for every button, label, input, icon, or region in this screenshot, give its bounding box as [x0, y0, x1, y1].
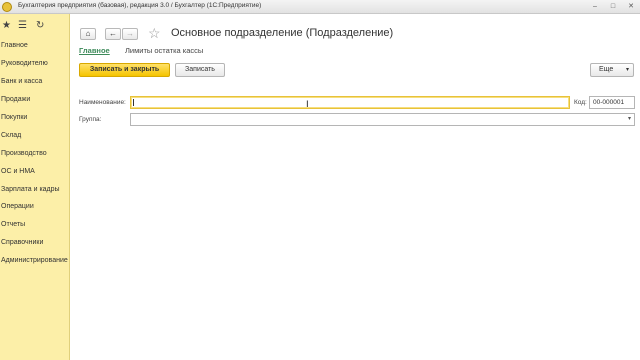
- sidebar-item-administration[interactable]: Администрирование: [0, 253, 70, 269]
- code-label: Код:: [574, 99, 587, 106]
- window-title: Бухгалтерия предприятия (базовая), редак…: [18, 2, 262, 9]
- favorite-star-icon[interactable]: ☆: [148, 25, 161, 41]
- mouse-ibeam-cursor-icon: I: [306, 100, 309, 110]
- forward-button[interactable]: →: [122, 28, 138, 40]
- more-menu-label: Еще: [599, 66, 614, 73]
- save-button[interactable]: Записать: [175, 63, 225, 77]
- sidebar-item-reports[interactable]: Отчеты: [0, 217, 70, 233]
- code-field[interactable]: 00-000001: [589, 96, 635, 109]
- sidebar-item-production[interactable]: Производство: [0, 146, 70, 162]
- window-titlebar: Бухгалтерия предприятия (базовая), редак…: [0, 0, 640, 14]
- menu-icon[interactable]: ☰: [18, 20, 27, 32]
- name-field[interactable]: [130, 96, 570, 109]
- sidebar-item-operations[interactable]: Операции: [0, 199, 70, 215]
- chevron-down-icon: ▾: [625, 67, 629, 73]
- tab-cash-limits[interactable]: Лимиты остатка кассы: [125, 46, 203, 55]
- page-title: Основное подразделение (Подразделение): [171, 27, 394, 39]
- star-icon[interactable]: ★: [2, 20, 11, 32]
- save-and-close-button[interactable]: Записать и закрыть: [79, 63, 170, 77]
- group-select[interactable]: ▾: [130, 113, 635, 126]
- sidebar-item-payroll[interactable]: Зарплата и кадры: [0, 182, 70, 198]
- sidebar-item-fixed-assets[interactable]: ОС и НМА: [0, 164, 70, 180]
- text-cursor: [133, 99, 134, 106]
- home-button[interactable]: ⌂: [80, 28, 96, 40]
- tab-main[interactable]: Главное: [79, 46, 110, 55]
- sidebar-item-main[interactable]: Главное: [0, 38, 70, 54]
- app-logo-icon: [2, 2, 12, 12]
- maximize-icon[interactable]: □: [606, 2, 620, 12]
- form-area: ⌂ ← → ☆ Основное подразделение (Подразде…: [71, 14, 640, 360]
- dropdown-arrow-icon[interactable]: ▾: [628, 114, 631, 125]
- minimize-icon[interactable]: –: [588, 2, 602, 12]
- sidebar-item-warehouse[interactable]: Склад: [0, 128, 70, 144]
- sidebar-item-manager[interactable]: Руководителю: [0, 56, 70, 72]
- sidebar-item-purchases[interactable]: Покупки: [0, 110, 70, 126]
- sidebar-item-bank-cash[interactable]: Банк и касса: [0, 74, 70, 90]
- name-label: Наименование:: [79, 99, 126, 106]
- sidebar-item-sales[interactable]: Продажи: [0, 92, 70, 108]
- close-icon[interactable]: ✕: [624, 2, 638, 12]
- group-label: Группа:: [79, 116, 102, 123]
- refresh-icon[interactable]: ↻: [36, 20, 44, 32]
- back-button[interactable]: ←: [105, 28, 121, 40]
- sections-panel: ★ ☰ ↻ Главное Руководителю Банк и касса …: [0, 14, 70, 360]
- sections-panel-toolbar: ★ ☰ ↻: [0, 14, 70, 40]
- more-menu-button[interactable]: Еще ▾: [590, 63, 634, 77]
- sidebar-item-catalogs[interactable]: Справочники: [0, 235, 70, 251]
